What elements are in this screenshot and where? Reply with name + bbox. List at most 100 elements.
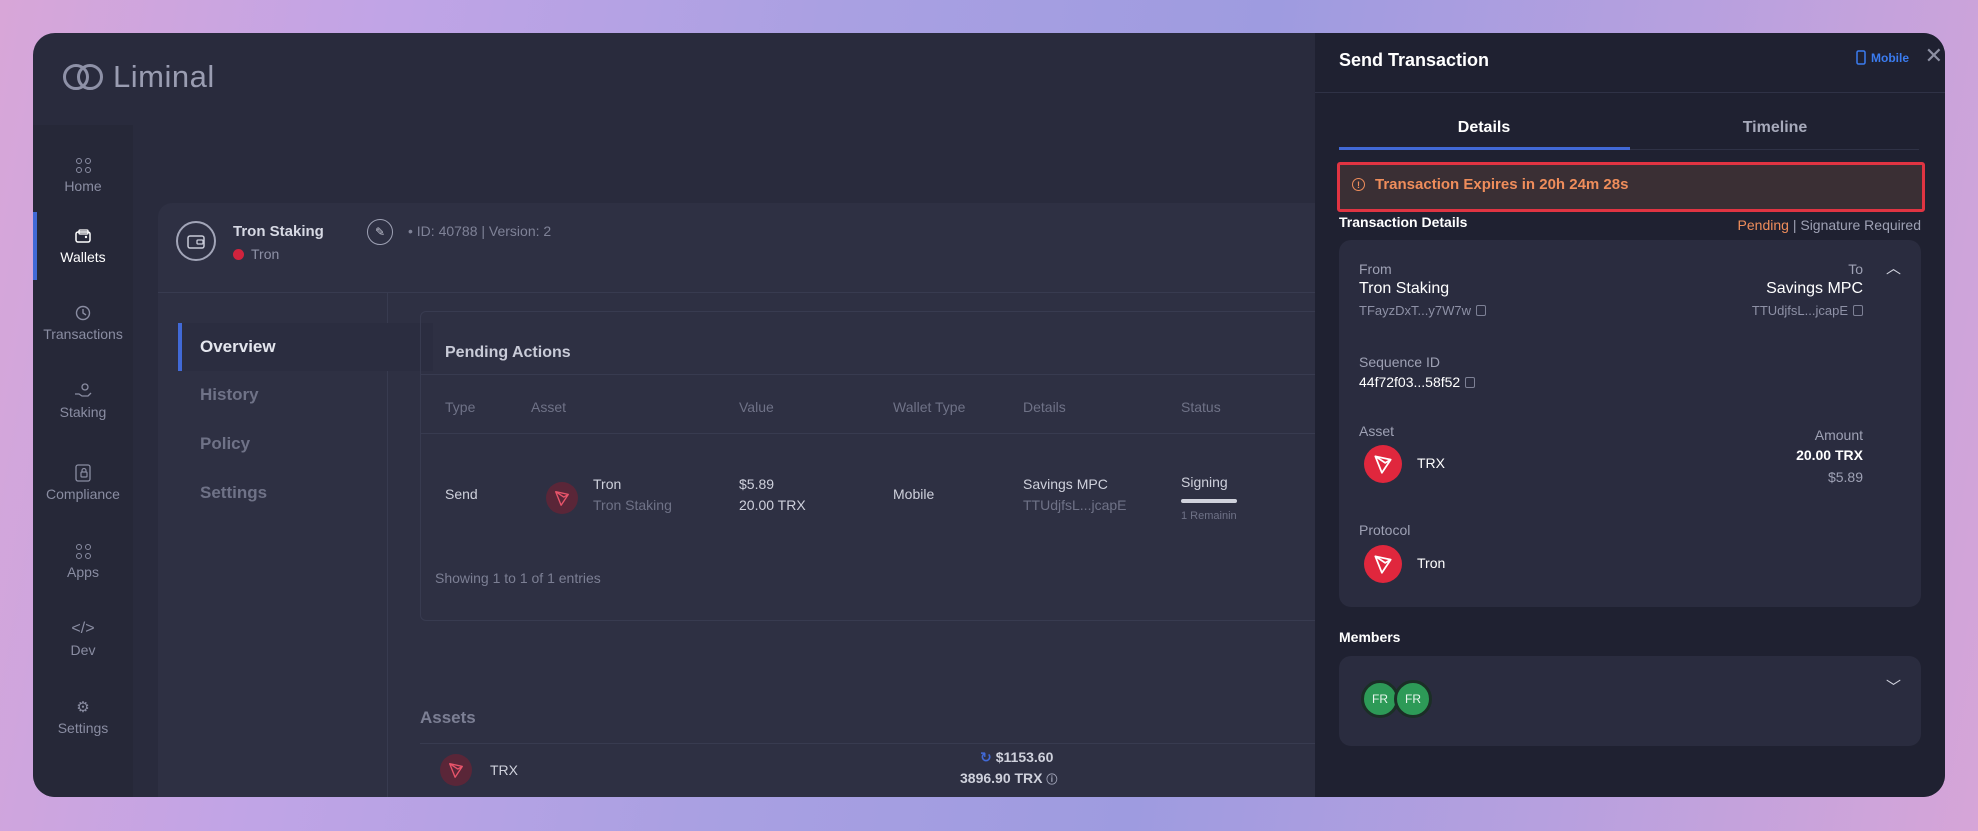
mobile-link[interactable]: Mobile bbox=[1856, 50, 1909, 65]
column-header: Value bbox=[739, 399, 774, 415]
amount-value: 20.00 TRX bbox=[1796, 447, 1863, 463]
asset-usd: ↻ $1153.60 bbox=[980, 749, 1053, 766]
row-asset-wallet: Tron Staking bbox=[593, 497, 672, 513]
column-header: Status bbox=[1181, 399, 1221, 415]
from-address-text: TFayzDxT...y7W7w bbox=[1359, 303, 1471, 318]
tron-icon bbox=[546, 482, 578, 514]
sidebar-nav: Home Wallets Transactions Staking Compli… bbox=[33, 125, 133, 797]
nav-item-compliance[interactable]: Compliance bbox=[33, 449, 133, 517]
transaction-details-title: Transaction Details bbox=[1339, 214, 1468, 230]
wallet-chain: Tron bbox=[233, 246, 279, 262]
app-logo[interactable]: Liminal bbox=[63, 59, 215, 95]
compliance-lock-icon bbox=[74, 464, 92, 482]
nav-item-transactions[interactable]: Transactions bbox=[33, 289, 133, 357]
nav-item-home[interactable]: Home bbox=[33, 141, 133, 209]
to-address-text: TTUdjfsL...jcapE bbox=[1751, 303, 1848, 318]
subnav-policy[interactable]: Policy bbox=[178, 420, 433, 468]
member-avatar[interactable]: FR bbox=[1394, 680, 1432, 718]
row-value-amount: 20.00 TRX bbox=[739, 497, 806, 513]
asset-amount: 3896.90 TRX ⓘ bbox=[960, 770, 1057, 787]
table-header: Type Asset Value Wallet Type Details Sta… bbox=[421, 374, 1419, 434]
transaction-details-card: From Tron Staking TFayzDxT...y7W7w To Sa… bbox=[1339, 240, 1921, 607]
mobile-label: Mobile bbox=[1871, 50, 1909, 65]
nav-item-label: Dev bbox=[70, 642, 96, 658]
column-header: Wallet Type bbox=[893, 399, 966, 415]
panel-divider bbox=[1315, 92, 1945, 93]
row-value-usd: $5.89 bbox=[739, 476, 775, 492]
row-wallet-type: Mobile bbox=[893, 486, 935, 502]
wallet-id-version: ID: 40788 | Version: 2 bbox=[416, 223, 552, 239]
tron-icon bbox=[440, 754, 472, 786]
asset-label: Asset bbox=[1359, 423, 1395, 439]
app-name: Liminal bbox=[113, 59, 215, 94]
sequence-id: 44f72f03...58f52 bbox=[1359, 374, 1476, 390]
asset-row[interactable]: TRX ↻ $1153.60 3896.90 TRX ⓘ bbox=[420, 743, 1420, 797]
protocol-label: Protocol bbox=[1359, 522, 1411, 538]
info-icon: ⓘ bbox=[1046, 774, 1058, 786]
amount-usd: $5.89 bbox=[1827, 469, 1863, 485]
to-address: TTUdjfsL...jcapE bbox=[1752, 303, 1863, 318]
row-details-name: Savings MPC bbox=[1023, 476, 1108, 492]
subnav-history[interactable]: History bbox=[178, 371, 433, 419]
chevron-up-icon[interactable]: ︿ bbox=[1886, 257, 1901, 278]
chain-dot-icon bbox=[233, 248, 244, 260]
liminal-logo-icon bbox=[63, 62, 105, 92]
status-separator: | bbox=[1788, 217, 1801, 233]
wallet-avatar-icon bbox=[176, 221, 216, 261]
wallet-icon bbox=[74, 227, 92, 245]
info-icon: ! bbox=[1352, 178, 1365, 191]
sequence-id-label: Sequence ID bbox=[1359, 354, 1440, 370]
wallet-chain-label: Tron bbox=[251, 246, 280, 262]
status-pending: Pending bbox=[1737, 217, 1789, 233]
nav-item-dev[interactable]: </> Dev bbox=[33, 605, 133, 673]
expiry-text: Transaction Expires in 20h 24m 28s bbox=[1375, 176, 1629, 193]
edit-wallet-button[interactable]: ✎ bbox=[367, 219, 393, 245]
members-card[interactable]: FR FR ﹀ bbox=[1339, 656, 1921, 746]
app-window: Liminal Home Wallets Transactions Stakin… bbox=[33, 33, 1945, 797]
amount-label: Amount bbox=[1814, 427, 1863, 443]
nav-item-label: Compliance bbox=[46, 486, 120, 502]
nav-item-staking[interactable]: Staking bbox=[33, 367, 133, 435]
tab-timeline[interactable]: Timeline bbox=[1630, 119, 1920, 137]
row-type: Send bbox=[445, 486, 478, 502]
nav-item-apps[interactable]: Apps bbox=[33, 527, 133, 595]
copy-icon[interactable] bbox=[1465, 376, 1476, 388]
assets-title: Assets bbox=[420, 708, 476, 727]
column-header: Details bbox=[1023, 399, 1066, 415]
code-icon: </> bbox=[71, 620, 95, 637]
nav-item-label: Staking bbox=[59, 404, 107, 420]
clock-icon bbox=[74, 304, 92, 322]
apps-grid-icon bbox=[74, 542, 92, 560]
copy-icon[interactable] bbox=[1853, 305, 1863, 316]
row-details-address: TTUdjfsL...jcapE bbox=[1023, 497, 1127, 513]
pencil-icon: ✎ bbox=[374, 225, 386, 239]
tab-details[interactable]: Details bbox=[1339, 119, 1629, 137]
row-asset-name: Tron bbox=[593, 476, 622, 492]
asset-symbol: TRX bbox=[490, 762, 518, 778]
tron-icon bbox=[1364, 545, 1402, 583]
to-name: Savings MPC bbox=[1766, 280, 1863, 297]
status-signature: Signature Required bbox=[1800, 217, 1921, 233]
nav-item-wallets[interactable]: Wallets bbox=[33, 212, 133, 280]
expiry-banner: ! Transaction Expires in 20h 24m 28s bbox=[1337, 162, 1925, 212]
subnav-settings[interactable]: Settings bbox=[178, 469, 433, 517]
copy-icon[interactable] bbox=[1475, 305, 1486, 316]
chevron-down-icon[interactable]: ﹀ bbox=[1886, 676, 1901, 697]
protocol-value: Tron bbox=[1417, 555, 1446, 571]
row-status: Signing bbox=[1181, 474, 1228, 490]
row-status-sub: 1 Remainin bbox=[1181, 510, 1237, 522]
send-transaction-panel: Send Transaction Mobile ✕ Details Timeli… bbox=[1315, 33, 1945, 797]
subnav-overview[interactable]: Overview bbox=[178, 323, 433, 371]
transaction-status: Pending | Signature Required bbox=[1738, 217, 1921, 233]
nav-item-label: Home bbox=[64, 178, 102, 194]
signing-progress-bar bbox=[1181, 499, 1237, 503]
wallet-subnav: Overview History Policy Settings bbox=[158, 293, 433, 797]
wallet-card: Tron Staking ✎ • ID: 40788 | Version: 2 … bbox=[158, 203, 1420, 797]
active-tab-indicator bbox=[1339, 147, 1630, 150]
nav-item-label: Apps bbox=[67, 564, 99, 580]
panel-title: Send Transaction bbox=[1339, 50, 1490, 70]
nav-item-settings[interactable]: ⚙ Settings bbox=[33, 683, 133, 751]
nav-item-label: Transactions bbox=[43, 326, 123, 342]
close-icon[interactable]: ✕ bbox=[1925, 43, 1943, 69]
asset-usd-value: $1153.60 bbox=[995, 749, 1054, 765]
